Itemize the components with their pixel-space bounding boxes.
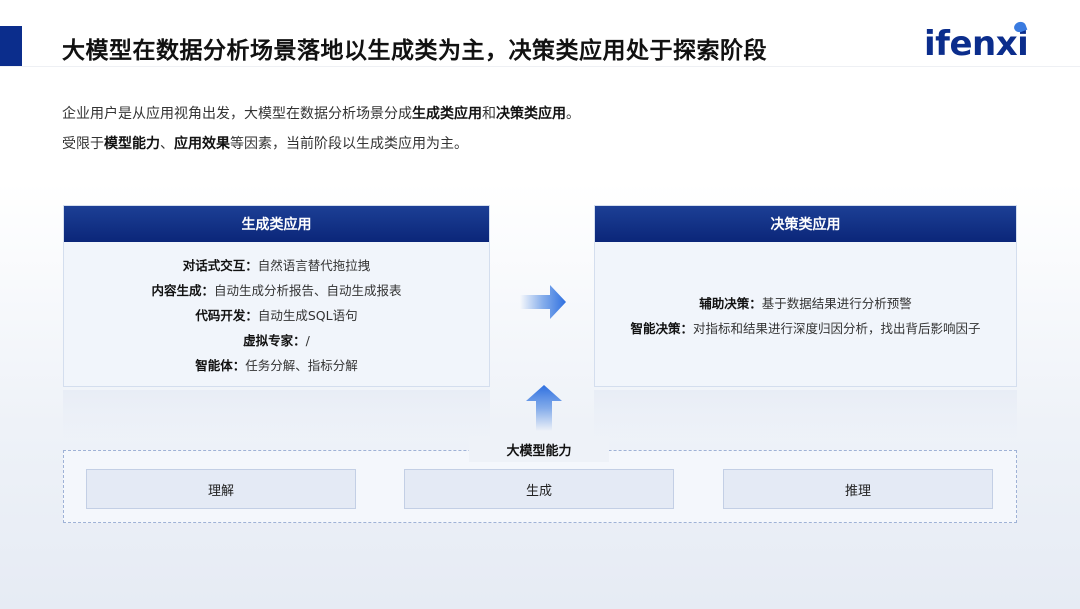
item-label: 对话式交互： [182,258,258,273]
item-text: 自然语言替代拖拉拽 [257,258,371,273]
page-title: 大模型在数据分析场景落地以生成类为主，决策类应用处于探索阶段 [62,38,767,64]
generative-panel-title: 生成类应用 [64,206,489,242]
decision-panel-body: 辅助决策：基于数据结果进行分析预警 智能决策：对指标和结果进行深度归因分析，找出… [595,242,1016,387]
capability-generation: 生成 [404,469,674,509]
header-divider [0,66,1080,67]
brand-logo: ifenxi [924,20,1029,64]
intro-highlight: 模型能力 [104,136,160,152]
item-label: 内容生成： [151,283,214,298]
item-text: / [305,333,310,348]
decision-item: 辅助决策：基于数据结果进行分析预警 [699,293,912,312]
intro-text: 企业用户是从应用视角出发，大模型在数据分析场景分成 [62,106,412,122]
arrow-right-icon [520,285,566,319]
item-text: 任务分解、指标分解 [245,358,358,373]
item-label: 智能体： [195,358,246,373]
generative-item: 智能体：任务分解、指标分解 [195,355,358,374]
item-text: 自动生成SQL语句 [257,308,358,323]
item-text: 自动生成分析报告、自动生成报表 [214,283,402,298]
decision-panel: 决策类应用 辅助决策：基于数据结果进行分析预警 智能决策：对指标和结果进行深度归… [594,205,1017,387]
intro-text: 和 [482,106,496,122]
intro-text: 等因素，当前阶段以生成类应用为主。 [230,136,468,152]
generative-panel-reflection [63,390,490,438]
intro-text: 。 [566,106,580,122]
intro-highlight: 决策类应用 [496,106,566,122]
generative-item: 虚拟专家：/ [243,330,310,349]
item-label: 虚拟专家： [243,333,306,348]
arrow-up-icon [526,385,562,431]
generative-panel-body: 对话式交互：自然语言替代拖拉拽 内容生成：自动生成分析报告、自动生成报表 代码开… [64,242,489,387]
item-label: 辅助决策： [699,295,762,311]
intro-line-2: 受限于模型能力、应用效果等因素，当前阶段以生成类应用为主。 [62,133,468,153]
capability-understanding: 理解 [86,469,356,509]
generative-item: 内容生成：自动生成分析报告、自动生成报表 [151,280,401,299]
item-label: 代码开发： [195,308,258,323]
intro-text: 、 [160,136,174,152]
item-text: 基于数据结果进行分析预警 [761,295,912,311]
generative-item: 代码开发：自动生成SQL语句 [195,305,357,324]
generative-item: 对话式交互：自然语言替代拖拉拽 [183,255,371,274]
intro-line-1: 企业用户是从应用视角出发，大模型在数据分析场景分成生成类应用和决策类应用。 [62,103,580,123]
generative-panel: 生成类应用 对话式交互：自然语言替代拖拉拽 内容生成：自动生成分析报告、自动生成… [63,205,490,387]
decision-panel-title: 决策类应用 [595,206,1016,242]
decision-item: 智能决策：对指标和结果进行深度归因分析，找出背后影响因子 [630,318,980,337]
decision-panel-reflection [594,390,1017,438]
title-accent-bar [0,26,22,66]
intro-highlight: 生成类应用 [412,106,482,122]
item-text: 对指标和结果进行深度归因分析，找出背后影响因子 [693,320,981,336]
capability-title: 大模型能力 [469,436,609,462]
item-label: 智能决策： [630,320,693,336]
capability-reasoning: 推理 [723,469,993,509]
intro-text: 受限于 [62,136,104,152]
intro-highlight: 应用效果 [174,136,230,152]
logo-text: ifenxi [924,24,1029,64]
